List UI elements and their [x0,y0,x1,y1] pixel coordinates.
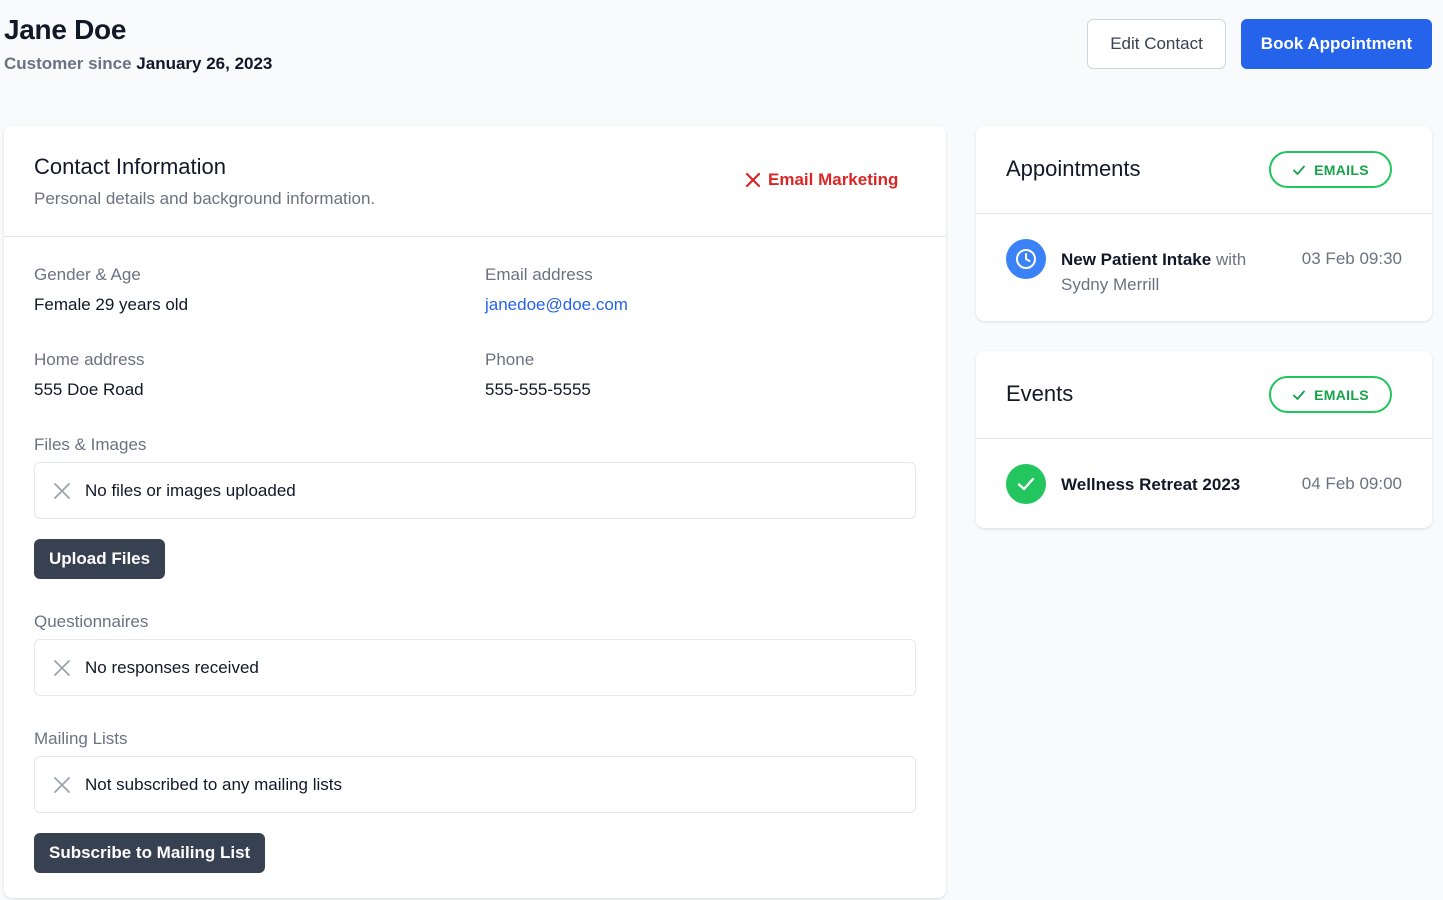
divider [976,213,1432,214]
appointments-emails-badge[interactable]: EMAILS [1269,151,1392,188]
appointments-title: Appointments [1006,156,1141,181]
subscribe-mailing-list-button[interactable]: Subscribe to Mailing List [34,833,266,873]
contact-information-card: Contact Information Personal details and… [4,126,946,898]
page-title: Jane Doe [4,14,127,45]
event-date: 04 Feb 09:00 [1301,474,1402,493]
divider [976,438,1432,439]
questionnaires-empty-text: No responses received [85,657,259,677]
files-empty-text: No files or images uploaded [85,480,296,500]
files-images-label: Files & Images [34,435,147,454]
appointment-item[interactable]: New Patient Intake with Sydny Merrill [1061,247,1261,297]
close-icon [54,482,70,499]
contact-information-title: Contact Information [34,154,226,179]
close-icon [745,172,761,188]
upload-files-button[interactable]: Upload Files [34,539,166,579]
close-icon [54,659,70,676]
email-address-label: Email address [485,265,593,284]
mailing-lists-empty-text: Not subscribed to any mailing lists [85,774,343,794]
events-card: Events EMAILS Wellness Retreat 2023 04 F… [976,351,1432,528]
events-title: Events [1006,381,1074,406]
email-marketing-label: Email Marketing [768,170,899,189]
email-marketing-status[interactable]: Email Marketing [744,170,898,190]
questionnaires-label: Questionnaires [34,612,149,631]
contact-information-description: Personal details and background informat… [34,189,376,208]
home-address-value: 555 Doe Road [34,380,144,399]
appointments-emails-label: EMAILS [1314,161,1369,178]
events-emails-badge[interactable]: EMAILS [1269,376,1392,413]
book-appointment-button[interactable]: Book Appointment [1241,19,1432,69]
event-name: Wellness Retreat 2023 [1061,475,1241,494]
customer-since: Customer since January 26, 2023 [4,54,272,74]
mailing-lists-empty-state: Not subscribed to any mailing lists [34,756,916,813]
divider [4,236,946,237]
appointment-date: 03 Feb 09:30 [1301,249,1402,268]
questionnaires-empty-state: No responses received [34,639,916,696]
events-emails-label: EMAILS [1314,386,1369,403]
appointment-name: New Patient Intake [1061,250,1212,269]
phone-value: 555-555-5555 [485,380,591,399]
phone-label: Phone [485,350,535,369]
files-empty-state: No files or images uploaded [34,462,916,519]
contact-page: Jane Doe Customer since January 26, 2023… [0,0,1443,900]
check-icon [1293,390,1306,400]
home-address-label: Home address [34,350,145,369]
customer-since-date: January 26, 2023 [136,54,273,73]
edit-contact-button[interactable]: Edit Contact [1087,19,1226,69]
gender-age-label: Gender & Age [34,265,141,284]
appointment-with: with [1215,250,1247,269]
email-address-link[interactable]: janedoe@doe.com [485,295,628,315]
check-icon [1293,165,1306,175]
event-item[interactable]: Wellness Retreat 2023 [1061,472,1291,497]
gender-age-value: Female 29 years old [34,295,189,314]
appointments-card: Appointments EMAILS New Patient Intake w… [976,126,1432,321]
appointment-person: Sydny Merrill [1061,275,1160,294]
check-icon [1006,464,1046,504]
mailing-lists-label: Mailing Lists [34,729,128,748]
close-icon [54,776,70,793]
customer-since-label: Customer since [4,54,132,73]
clock-icon [1006,239,1046,279]
